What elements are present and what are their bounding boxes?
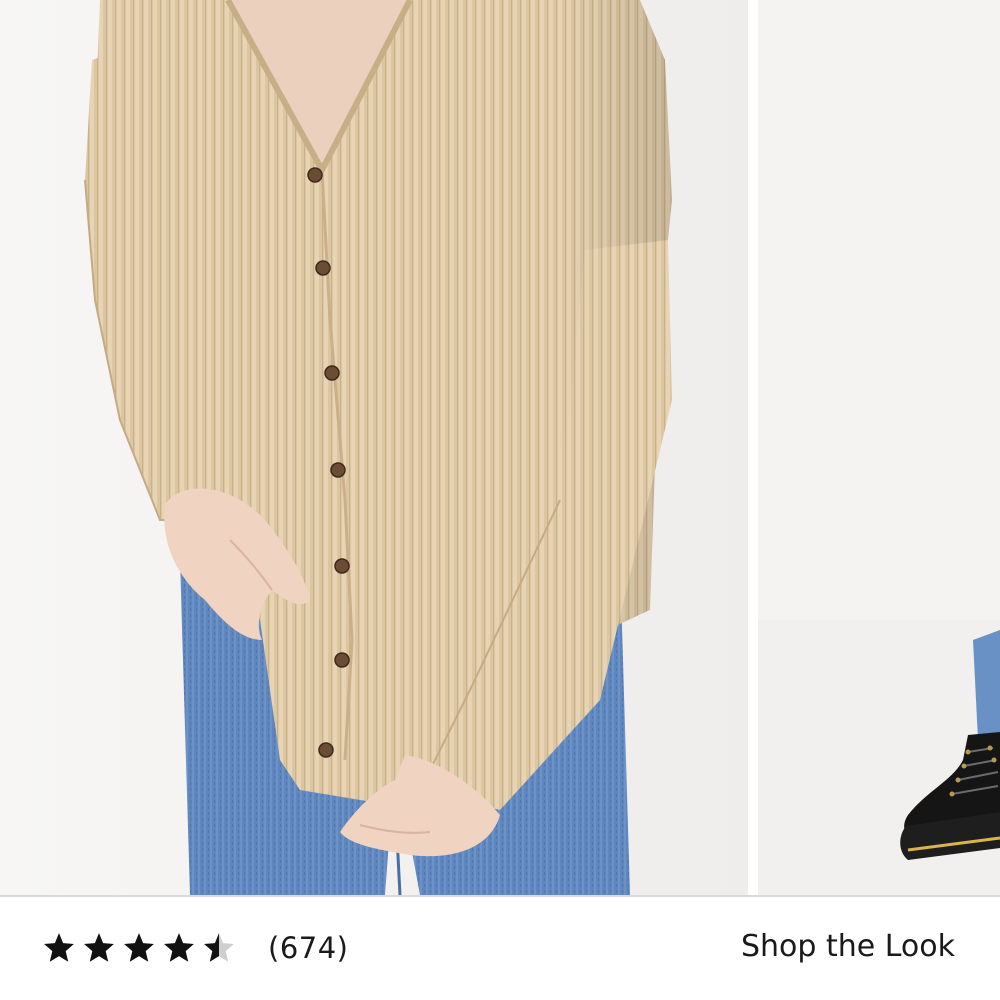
shop-the-look-link[interactable]: Shop the Look (741, 925, 955, 969)
product-image-gallery[interactable] (0, 0, 1000, 895)
rating-stars (42, 931, 236, 965)
review-count[interactable]: (674) (268, 931, 348, 965)
star-filled-icon (44, 933, 74, 962)
star-filled-icon (124, 933, 154, 962)
product-rating[interactable]: (674) (42, 923, 348, 973)
star-filled-icon (164, 933, 194, 962)
cardigan-photo (0, 0, 748, 895)
product-image-next[interactable] (758, 0, 1000, 895)
star-filled-icon (84, 933, 114, 962)
boots-photo (758, 0, 1000, 895)
star-half-icon (204, 933, 234, 962)
product-image-main[interactable] (0, 0, 748, 895)
product-actions-bar: (674) Shop the Look (0, 897, 1000, 1000)
